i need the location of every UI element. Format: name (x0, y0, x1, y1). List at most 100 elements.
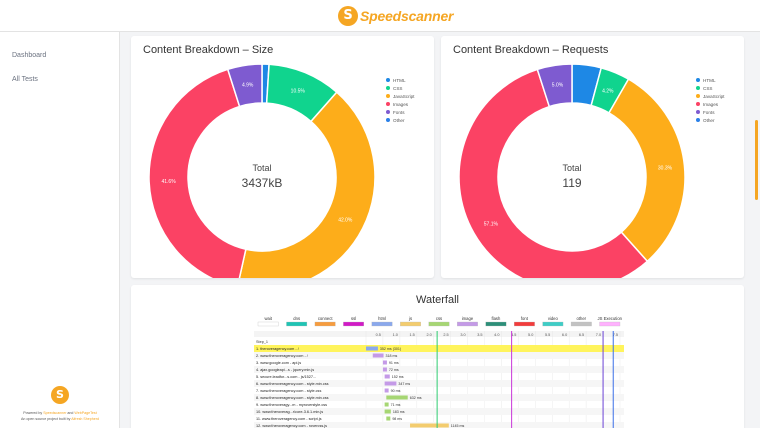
legend-item-css[interactable]: CSS (386, 84, 414, 92)
page-scrollbar[interactable] (755, 120, 758, 200)
donut-slice-images[interactable] (148, 68, 247, 278)
waterfall-tick-label: 1.0 (393, 333, 398, 337)
waterfall-legend-ssl: ssl (351, 316, 356, 321)
legend-swatch-icon (696, 102, 700, 106)
waterfall-tick-label: 6.0 (562, 333, 567, 337)
waterfall-bar[interactable] (410, 423, 449, 428)
waterfall-legend-css: css (436, 316, 442, 321)
legend-swatch-icon (386, 86, 390, 90)
waterfall-row-label[interactable]: 1. theroveragency.com - / (256, 347, 300, 351)
waterfall-tick-label: 5.5 (545, 333, 550, 337)
footer-powered-text: Powered by (23, 411, 43, 415)
waterfall-bar-timing: 352 ms (301) (380, 347, 401, 351)
requests-breakdown-card: Content Breakdown – Requests 4.2% 30.3% 57… (441, 36, 744, 278)
waterfall-row-highlight (254, 345, 624, 352)
legend-item-css[interactable]: CSS (696, 84, 724, 92)
waterfall-bar[interactable] (372, 353, 384, 358)
waterfall-header (254, 331, 624, 337)
waterfall-title: Waterfall (416, 294, 459, 306)
legend-item-other[interactable]: Other (386, 116, 414, 124)
waterfall-bar[interactable] (366, 346, 378, 351)
waterfall-bar[interactable] (384, 388, 389, 393)
waterfall-legend-wait: wait (265, 316, 273, 321)
waterfall-bar-timing: 183 ms (393, 410, 405, 414)
waterfall-bar[interactable] (386, 395, 408, 400)
waterfall-bar[interactable] (386, 416, 391, 421)
footer-webpagetest-link[interactable]: WebPageTest (74, 411, 96, 415)
waterfall-legend-swatch (428, 321, 450, 327)
legend-swatch-icon (386, 94, 390, 98)
donut-center-value: 119 (562, 176, 581, 190)
footer-author-link[interactable]: Alfresh Shepherd (71, 417, 99, 421)
logo[interactable]: S Speedscanner (338, 4, 454, 28)
waterfall-legend-swatch (514, 321, 535, 327)
waterfall-row-label[interactable]: 7. www.theroveragency.com - style.css (256, 389, 321, 393)
waterfall-legend-swatch (599, 321, 621, 327)
footer-built-by-text: An open source project built by (21, 417, 71, 421)
waterfall-legend-connect: connect (318, 316, 334, 321)
waterfall-legend-swatch (257, 321, 279, 327)
legend-item-html[interactable]: HTML (386, 76, 414, 84)
legend-item-html[interactable]: HTML (696, 76, 724, 84)
waterfall-legend-swatch (485, 321, 507, 327)
waterfall-legend-swatch (400, 321, 421, 327)
legend-swatch-icon (386, 118, 390, 122)
waterfall-legend-dns: dns (293, 316, 300, 321)
waterfall-tick-label: 6.5 (579, 333, 584, 337)
legend-item-fonts[interactable]: Fonts (696, 108, 724, 116)
slice-label-fonts: 5.0% (552, 83, 564, 89)
waterfall-bar[interactable] (384, 381, 397, 386)
waterfall-tick-label: 5.0 (528, 333, 533, 337)
donut-center-value: 3437kB (242, 176, 283, 190)
waterfall-row-label[interactable]: 3. www.google.com - api.js (256, 361, 301, 365)
legend-item-fonts[interactable]: Fonts (386, 108, 414, 116)
waterfall-bar[interactable] (384, 374, 390, 379)
legend-item-javascript[interactable]: JavaScript (386, 92, 414, 100)
donut-center-label: Total (562, 163, 581, 173)
footer-speedscanner-link[interactable]: Speedscanner (43, 411, 66, 415)
waterfall-bar-timing: 632 ms (410, 396, 422, 400)
waterfall-row-label[interactable]: 12. www.theroveragency.com - rovercss.js (256, 424, 327, 428)
slice-label-css: 4.2% (602, 89, 614, 95)
waterfall-bar[interactable] (382, 367, 387, 372)
waterfall-row-label[interactable]: 9. www.theroveragy...m - myroverstyle.cs… (256, 403, 327, 407)
sidebar: Dashboard All Tests S Powered by Speedsc… (0, 32, 120, 428)
sidebar-item-all-tests[interactable]: All Tests (12, 76, 38, 83)
waterfall-bar-timing: 347 ms (398, 382, 410, 386)
slice-label-images: 41.6% (161, 179, 176, 185)
waterfall-bar[interactable] (384, 409, 391, 414)
logo-mark-icon: S (338, 6, 358, 26)
waterfall-legend-swatch (457, 321, 478, 327)
waterfall-bar[interactable] (384, 402, 389, 407)
waterfall-tick-label: 2.0 (426, 333, 431, 337)
legend-label: Images (703, 101, 719, 107)
legend-item-images[interactable]: Images (696, 100, 724, 108)
waterfall-row-label[interactable]: 2. www.theroveragency.com - / (256, 354, 309, 358)
waterfall-bar[interactable] (382, 360, 387, 365)
legend-swatch-icon (386, 78, 390, 82)
legend-swatch-icon (386, 102, 390, 106)
sidebar-item-dashboard[interactable]: Dashboard (12, 52, 46, 59)
waterfall-row-label[interactable]: 8. www.theroveragency.com - style.min.cs… (256, 396, 329, 400)
legend-item-other[interactable]: Other (696, 116, 724, 124)
waterfall-row-label[interactable]: 11. www.theroveragency.com - script.js (256, 417, 322, 421)
waterfall-legend-swatch (570, 321, 592, 327)
waterfall-legend-other: other (577, 316, 587, 321)
legend-item-javascript[interactable]: JavaScript (696, 92, 724, 100)
waterfall-row-label[interactable]: 4. ajax.googleapi...s - jquery.min.js (256, 368, 314, 372)
legend-item-images[interactable]: Images (386, 100, 414, 108)
waterfall-tick-label: 7.0 (596, 333, 601, 337)
waterfall-tick-label: 3.5 (477, 333, 482, 337)
legend-swatch-icon (696, 86, 700, 90)
waterfall-step-label: Step_1 (256, 340, 268, 344)
waterfall-legend-html: html (378, 316, 386, 321)
waterfall-row-label[interactable]: 6. www.theroveragency.com - style.min.cs… (256, 382, 329, 386)
waterfall-row-label[interactable]: 5. secure.leadfor...s.com - js/1527... (256, 375, 316, 379)
legend-swatch-icon (696, 94, 700, 98)
waterfall-legend-image: image (462, 316, 474, 321)
waterfall-row-label[interactable]: 10. www.theroverag...r/core-3.6.1.min.js (256, 410, 323, 414)
waterfall-bar-timing: 72 ms (389, 368, 399, 372)
waterfall-chart[interactable]: wait dns connect ssl html js css image flash font… (254, 313, 624, 428)
sidebar-footer: S Powered by Speedscanner and WebPageTes… (0, 386, 120, 422)
waterfall-bar-timing: 318 ms (386, 354, 398, 358)
